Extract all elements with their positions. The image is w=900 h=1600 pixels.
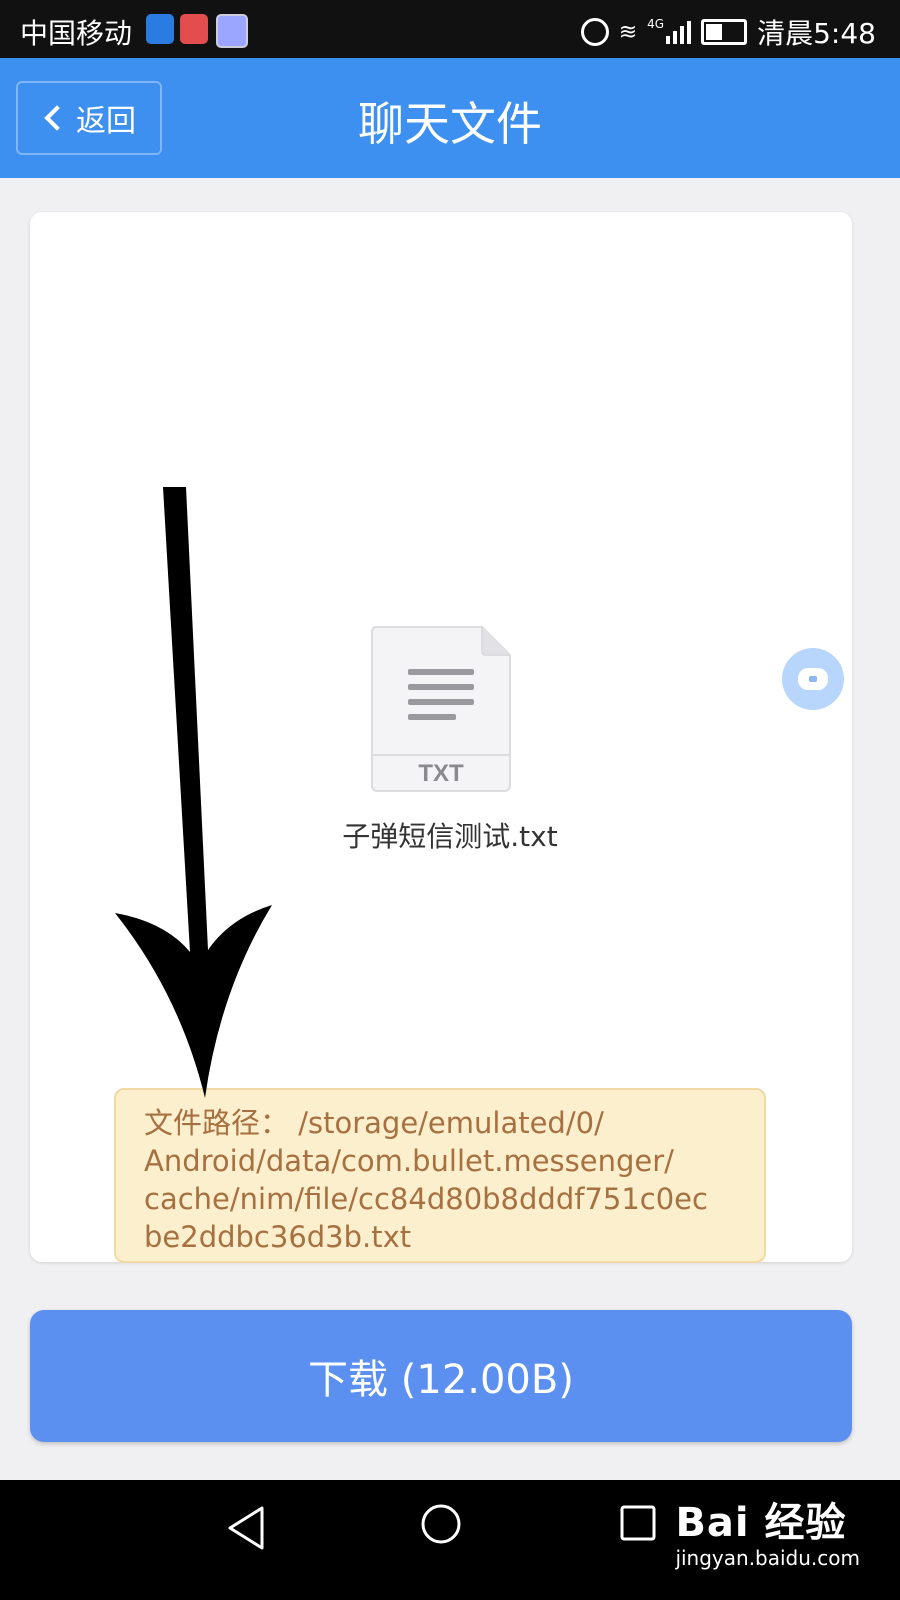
header-bar: 返回 聊天文件 (0, 58, 900, 178)
floating-chat-button[interactable] (782, 648, 844, 710)
chat-bubble-icon (798, 668, 828, 690)
file-path-box: 文件路径： /storage/emulated/0/ Android/data/… (114, 1088, 766, 1263)
file-name: 子弹短信测试.txt (342, 820, 558, 853)
signal-icon (666, 20, 692, 44)
file-path-line: Android/data/com.bullet.messenger/ (144, 1144, 674, 1178)
file-path-line: 文件路径： /storage/emulated/0/ (144, 1106, 604, 1140)
wifi-icon: ≋ (618, 19, 638, 45)
nav-home-icon (421, 1504, 461, 1544)
nav-recent-icon (620, 1505, 656, 1541)
carrier-label: 中国移动 (20, 17, 133, 50)
battery-icon (701, 19, 748, 45)
watermark-url: jingyan.baidu.com (675, 1546, 860, 1570)
shield-app-icon (146, 14, 174, 44)
file-path-line: cache/nim/file/cc84d80b8dddf751c0ec (144, 1182, 708, 1216)
txt-file-icon: TXT (371, 626, 511, 792)
robot-app-icon (180, 14, 208, 44)
network-type: 4G (647, 17, 665, 31)
alarm-icon (580, 18, 609, 46)
file-path-line: be2ddbc36d3b.txt (144, 1220, 412, 1254)
baidu-watermark: Bai 经验 jingyan.baidu.com (675, 1490, 860, 1570)
watermark-brand: Bai 经验 (675, 1500, 847, 1546)
music-app-icon (216, 14, 248, 48)
download-button[interactable]: 下载 (12.00B) (30, 1310, 852, 1442)
file-type-label: TXT (418, 760, 464, 787)
page-title: 聊天文件 (358, 97, 542, 151)
clock-time: 清晨5:48 (757, 17, 876, 50)
status-bar: 中国移动 ≋ 4G 清晨5:48 (0, 0, 900, 58)
